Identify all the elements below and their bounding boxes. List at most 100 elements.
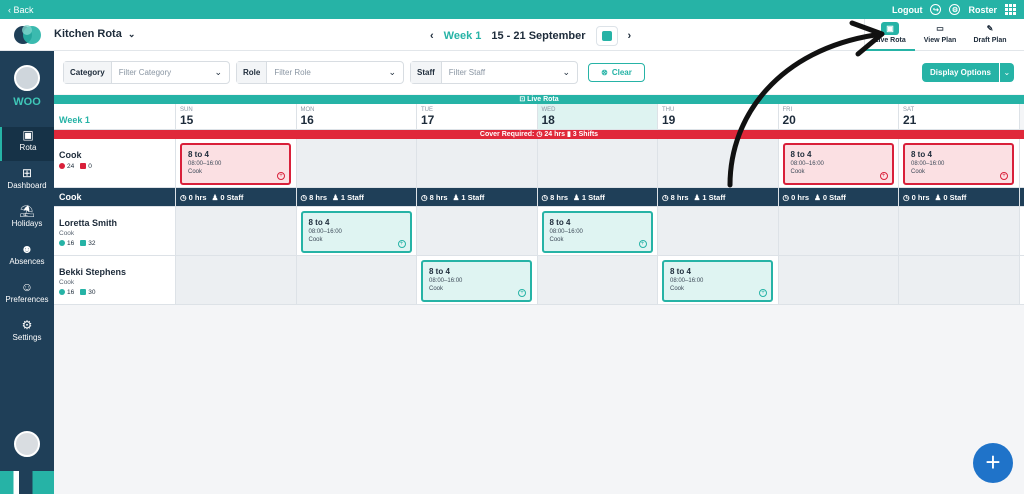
staff-name: Loretta Smith	[59, 218, 118, 228]
next-week-button[interactable]: ›	[628, 30, 632, 42]
apps-grid-icon[interactable]	[1005, 4, 1016, 15]
roster-link[interactable]: Roster	[968, 5, 997, 15]
shift-hours: 08:00–16:00	[670, 278, 704, 284]
rota-selector[interactable]: Kitchen Rota ⌄	[54, 28, 135, 40]
row-title: Cook	[59, 150, 82, 160]
shift-hours: 08:00–16:00	[308, 229, 342, 235]
calendar-picker-button[interactable]	[595, 26, 618, 46]
sidebar: WOO ▣ Rota ⊞ Dashboard ⛱ Holidays ☻ Absences…	[0, 51, 54, 494]
group-day-summary: ◷ 8 hrs ♟ 1 Staff	[658, 188, 779, 206]
staff-value: 0 Staff	[943, 193, 967, 202]
add-icon[interactable]: +	[759, 289, 767, 297]
sidebar-item-absences[interactable]: ☻ Absences	[0, 241, 54, 275]
sidebar-item-dashboard[interactable]: ⊞ Dashboard	[0, 165, 54, 199]
stat-hours: 24	[59, 163, 74, 170]
logout-link[interactable]: Logout	[892, 5, 923, 15]
day-cell[interactable]	[296, 256, 417, 304]
day-cell[interactable]	[537, 139, 658, 187]
staff-name: Bekki Stephens	[59, 267, 127, 277]
dashboard-icon: ⊞	[21, 166, 33, 180]
staff-value: 1 Staff	[702, 193, 726, 202]
back-link[interactable]: ‹ Back	[8, 5, 34, 15]
stat-value: 24	[67, 163, 75, 170]
stat-value: 16	[67, 289, 75, 296]
top-bar: ‹ Back Logout ↪ ⚙ Roster	[0, 0, 1024, 19]
category-filter[interactable]: Category Filter Category ⌄	[63, 61, 230, 84]
gear-icon[interactable]: ⚙	[949, 4, 961, 15]
sidebar-item-rota[interactable]: ▣ Rota	[0, 127, 54, 161]
user-avatar[interactable]	[14, 431, 40, 457]
day-cell[interactable]: 8 to 4 08:00–16:00 Cook +	[297, 207, 417, 255]
day-header: SUN 15	[176, 104, 297, 129]
staff-value: 0 Staff	[822, 193, 846, 202]
chevron-down-icon: ⌄	[214, 67, 222, 77]
staff-stats: 16 32	[59, 240, 175, 247]
day-cell[interactable]: 8 to 4 08:00–16:00 Cook +	[176, 139, 297, 187]
day-name: TUE	[421, 107, 433, 113]
open-shift-card[interactable]: 8 to 4 08:00–16:00 Cook +	[180, 143, 291, 185]
staff-filter[interactable]: Staff Filter Staff ⌄	[410, 61, 578, 84]
sidebar-item-label: Absences	[9, 257, 45, 266]
holiday-icon: ⛱	[19, 204, 35, 218]
stat-contract: 30	[80, 289, 95, 296]
date-range: 15 - 21 September	[491, 30, 586, 42]
prev-week-button[interactable]: ‹	[430, 30, 434, 42]
staff-filter-placeholder: Filter Staff	[448, 68, 486, 77]
tab-draft-plan[interactable]: ✎ Draft Plan	[965, 19, 1015, 51]
logout-icon[interactable]: ↪	[930, 4, 942, 15]
chevron-down-icon: ⌄	[127, 29, 136, 39]
day-cell[interactable]	[176, 207, 297, 255]
day-cell[interactable]	[537, 256, 658, 304]
day-cell[interactable]	[176, 256, 297, 304]
add-icon[interactable]: +	[638, 240, 647, 248]
day-cell[interactable]	[417, 207, 538, 255]
add-shift-fab-button[interactable]: +	[973, 443, 1013, 483]
day-cell[interactable]	[778, 207, 899, 255]
sidebar-item-holidays[interactable]: ⛱ Holidays	[0, 203, 54, 237]
day-date: 17	[421, 113, 435, 127]
hours-value: 8 hrs	[550, 193, 569, 202]
add-icon[interactable]: +	[1000, 172, 1008, 180]
hours-value: 8 hrs	[670, 193, 689, 202]
day-cell[interactable]	[899, 207, 1020, 255]
day-hours: ◷ 8 hrs	[300, 193, 328, 202]
hours-value: 0 hrs	[911, 193, 930, 202]
open-shift-card[interactable]: 8 to 4 08:00–16:00 Cook +	[903, 143, 1014, 185]
staff-label[interactable]: Bekki Stephens Cook 16 30	[54, 256, 176, 304]
row-label: Cook 24 0	[54, 139, 176, 187]
preferences-icon: ☺	[20, 280, 34, 294]
role-filter[interactable]: Role Filter Role ⌄	[236, 61, 404, 84]
day-header: SAT 21	[899, 104, 1020, 129]
shift-role: Cook	[429, 286, 444, 292]
day-cell[interactable]: 8 to 4 08:00–16:00 Cook +	[538, 207, 658, 255]
sidebar-item-settings[interactable]: ⚙ Settings	[0, 317, 54, 351]
tab-view-plan[interactable]: ▭ View Plan	[915, 19, 965, 51]
day-cell[interactable]	[417, 139, 538, 187]
day-cell[interactable]: 8 to 4 08:00–16:00 Cook +	[899, 139, 1020, 187]
pencil-icon: ✎	[986, 24, 994, 33]
chevron-down-icon[interactable]: ⌄	[999, 63, 1014, 82]
day-cell[interactable]: 8 to 4 08:00–16:00 Cook +	[658, 256, 779, 304]
shift-card[interactable]: 8 to 4 08:00–16:00 Cook +	[541, 211, 653, 253]
sidebar-item-preferences[interactable]: ☺ Preferences	[0, 279, 54, 313]
day-cell[interactable]	[899, 256, 1020, 304]
shift-card[interactable]: 8 to 4 08:00–16:00 Cook +	[662, 260, 773, 302]
day-cell[interactable]: 8 to 4 08:00–16:00 Cook +	[417, 256, 538, 304]
staff-label[interactable]: Loretta Smith Cook 16 32	[54, 207, 176, 255]
add-icon[interactable]: +	[518, 289, 526, 297]
day-cell[interactable]	[778, 256, 899, 304]
day-date: 18	[541, 113, 555, 127]
day-cell[interactable]	[296, 139, 417, 187]
clear-filters-button[interactable]: ⊗ Clear	[588, 63, 645, 82]
add-icon[interactable]: +	[277, 172, 285, 180]
display-options-button[interactable]: Display Options	[922, 63, 999, 82]
shift-hours: 08:00–16:00	[188, 161, 222, 167]
org-avatar[interactable]	[14, 65, 40, 91]
day-hours: ◷ 0 hrs	[180, 193, 207, 202]
day-cell[interactable]	[658, 207, 779, 255]
shift-card[interactable]: 8 to 4 08:00–16:00 Cook +	[421, 260, 532, 302]
day-staff: ♟ 0 Staff	[211, 193, 244, 202]
shift-card[interactable]: 8 to 4 08:00–16:00 Cook +	[300, 211, 412, 253]
category-filter-placeholder: Filter Category	[118, 68, 172, 77]
add-icon[interactable]: +	[397, 240, 406, 248]
